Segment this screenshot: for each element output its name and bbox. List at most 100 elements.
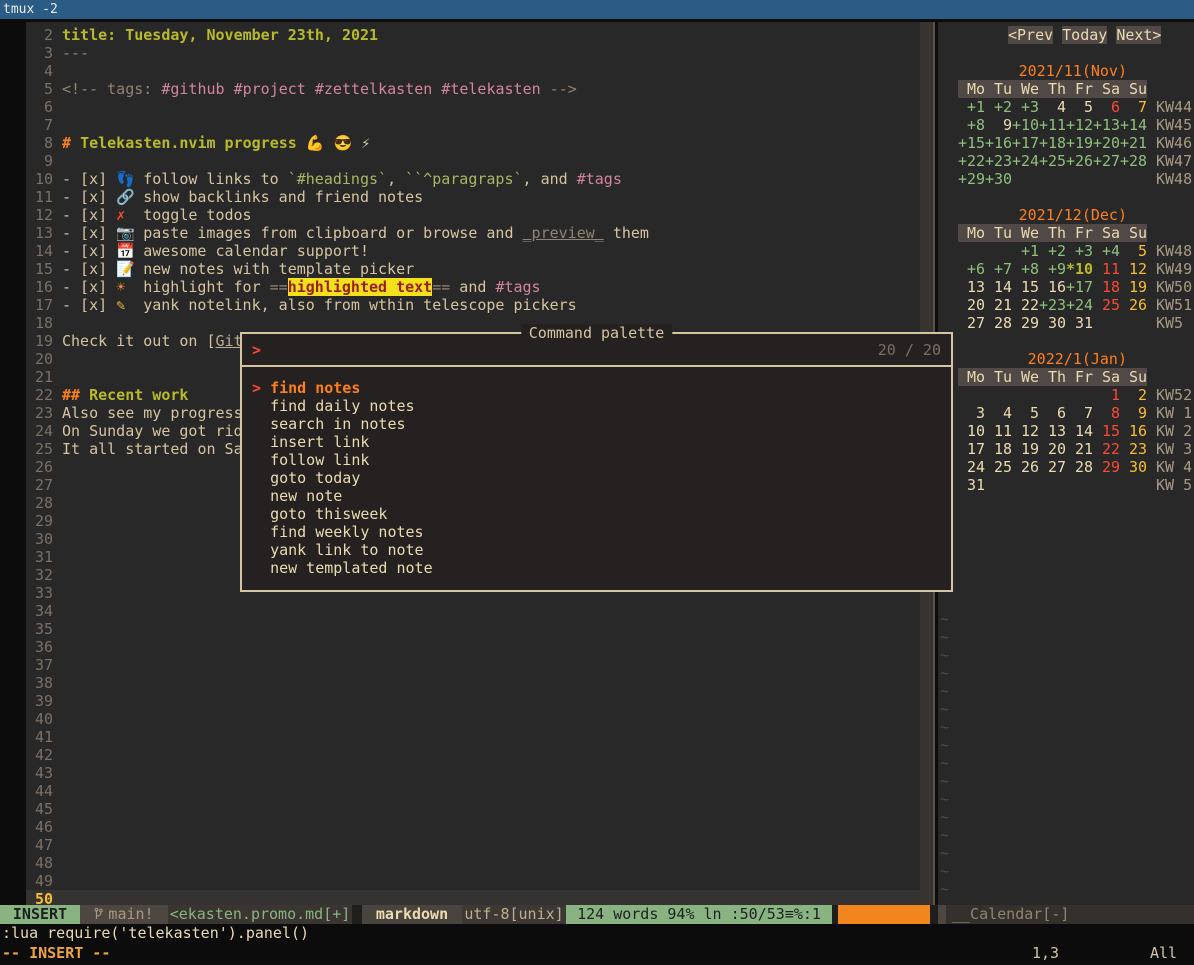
calendar-day[interactable]: +22	[958, 152, 985, 170]
calendar-day[interactable]: 5	[1012, 404, 1039, 422]
calendar-day[interactable]: 30	[1120, 458, 1147, 476]
calendar-day[interactable]: 15	[1012, 278, 1039, 296]
calendar-day[interactable]: 19	[1120, 278, 1147, 296]
calendar-day[interactable]: 14	[985, 278, 1012, 296]
calendar-day[interactable]: +3	[1012, 98, 1039, 116]
calendar-day[interactable]: 8	[1093, 404, 1120, 422]
calendar-day[interactable]: +20	[1093, 134, 1120, 152]
calendar-day[interactable]: 13	[1039, 422, 1066, 440]
calendar-day[interactable]: 12	[1012, 422, 1039, 440]
calendar-day[interactable]: +24	[1012, 152, 1039, 170]
calendar-day[interactable]: +17	[1012, 134, 1039, 152]
calendar-day[interactable]: 20	[958, 296, 985, 314]
calendar-day[interactable]: +23	[1039, 296, 1066, 314]
command-palette[interactable]: Command palette > 20 / 20 > find notes f…	[240, 332, 953, 592]
calendar-day[interactable]: 5	[1066, 98, 1093, 116]
calendar-day[interactable]: 6	[1039, 404, 1066, 422]
calendar-day[interactable]: 4	[1039, 98, 1066, 116]
calendar-day[interactable]: +26	[1066, 152, 1093, 170]
calendar-day[interactable]: 11	[985, 422, 1012, 440]
calendar-day[interactable]: 20	[1039, 440, 1066, 458]
calendar-day[interactable]: 31	[958, 476, 985, 494]
next-button[interactable]: Next>	[1116, 26, 1161, 44]
calendar-day[interactable]: +19	[1066, 134, 1093, 152]
calendar-day[interactable]: +10	[1012, 116, 1039, 134]
palette-item[interactable]: follow link	[252, 451, 951, 469]
calendar-day[interactable]: +9	[1039, 260, 1066, 278]
palette-item[interactable]: goto thisweek	[252, 505, 951, 523]
calendar-day[interactable]: *10	[1066, 260, 1093, 278]
calendar-day[interactable]: +3	[1066, 242, 1093, 260]
calendar-day[interactable]: 24	[958, 458, 985, 476]
calendar-day[interactable]: +18	[1039, 134, 1066, 152]
calendar-day[interactable]: +25	[1039, 152, 1066, 170]
calendar-day[interactable]: 4	[985, 404, 1012, 422]
palette-item[interactable]: yank link to note	[252, 541, 951, 559]
calendar-day[interactable]: 26	[1012, 458, 1039, 476]
palette-item[interactable]: > find notes	[252, 379, 951, 397]
calendar-day[interactable]: +17	[1066, 278, 1093, 296]
calendar-day[interactable]: 21	[985, 296, 1012, 314]
calendar-day[interactable]: +6	[958, 260, 985, 278]
calendar-day[interactable]: 7	[1120, 98, 1147, 116]
calendar-day[interactable]: 16	[1120, 422, 1147, 440]
calendar-day[interactable]: 14	[1066, 422, 1093, 440]
calendar-day[interactable]: +12	[1066, 116, 1093, 134]
calendar-day[interactable]: +8	[958, 116, 985, 134]
calendar-day[interactable]: +27	[1093, 152, 1120, 170]
palette-item[interactable]: goto today	[252, 469, 951, 487]
calendar-sidebar[interactable]: <PrevTodayNext> 2021/11(Nov)MoTuWeThFrSa…	[938, 22, 1194, 905]
calendar-day[interactable]: 30	[1039, 314, 1066, 332]
calendar-day[interactable]: +1	[958, 98, 985, 116]
calendar-day[interactable]: 13	[958, 278, 985, 296]
calendar-day[interactable]: 23	[1120, 440, 1147, 458]
today-button[interactable]: Today	[1062, 26, 1107, 44]
calendar-day[interactable]: 26	[1120, 296, 1147, 314]
calendar-day[interactable]: +24	[1066, 296, 1093, 314]
calendar-day[interactable]: 18	[1093, 278, 1120, 296]
calendar-day[interactable]: +1	[1012, 242, 1039, 260]
calendar-day[interactable]: +7	[985, 260, 1012, 278]
calendar-day[interactable]: 11	[1093, 260, 1120, 278]
calendar-day[interactable]: 15	[1093, 422, 1120, 440]
calendar-day[interactable]: 27	[958, 314, 985, 332]
calendar-day[interactable]: +13	[1093, 116, 1120, 134]
calendar-day[interactable]: +30	[985, 170, 1012, 188]
calendar-day[interactable]: 12	[1120, 260, 1147, 278]
calendar-day[interactable]: 9	[985, 116, 1012, 134]
calendar-day[interactable]: 7	[1066, 404, 1093, 422]
palette-item[interactable]: new note	[252, 487, 951, 505]
calendar-day[interactable]: 29	[1012, 314, 1039, 332]
calendar-day[interactable]: 31	[1066, 314, 1093, 332]
calendar-day[interactable]: +11	[1039, 116, 1066, 134]
calendar-day[interactable]: 2	[1120, 386, 1147, 404]
calendar-day[interactable]: 25	[985, 458, 1012, 476]
calendar-day[interactable]: +4	[1093, 242, 1120, 260]
calendar-day[interactable]: 10	[958, 422, 985, 440]
calendar-day[interactable]: +2	[985, 98, 1012, 116]
calendar-day[interactable]: +14	[1120, 116, 1147, 134]
palette-item[interactable]: insert link	[252, 433, 951, 451]
command-line[interactable]: :lua require('telekasten').panel()	[0, 924, 1194, 943]
calendar-day[interactable]: +29	[958, 170, 985, 188]
calendar-day[interactable]: 9	[1120, 404, 1147, 422]
calendar-day[interactable]: 28	[985, 314, 1012, 332]
calendar-day[interactable]: 21	[1066, 440, 1093, 458]
palette-item[interactable]: search in notes	[252, 415, 951, 433]
calendar-day[interactable]: 25	[1093, 296, 1120, 314]
calendar-day[interactable]: +8	[1012, 260, 1039, 278]
calendar-day[interactable]: +15	[958, 134, 985, 152]
calendar-day[interactable]: 1	[1093, 386, 1120, 404]
calendar-day[interactable]: +16	[985, 134, 1012, 152]
calendar-day[interactable]: 18	[985, 440, 1012, 458]
calendar-day[interactable]: 29	[1093, 458, 1120, 476]
calendar-day[interactable]: 27	[1039, 458, 1066, 476]
calendar-day[interactable]: 22	[1093, 440, 1120, 458]
palette-item[interactable]: find daily notes	[252, 397, 951, 415]
calendar-day[interactable]: +2	[1039, 242, 1066, 260]
calendar-day[interactable]: 6	[1093, 98, 1120, 116]
calendar-day[interactable]: +21	[1120, 134, 1147, 152]
prev-button[interactable]: <Prev	[1008, 26, 1053, 44]
calendar-day[interactable]: 3	[958, 404, 985, 422]
calendar-day[interactable]: 16	[1039, 278, 1066, 296]
